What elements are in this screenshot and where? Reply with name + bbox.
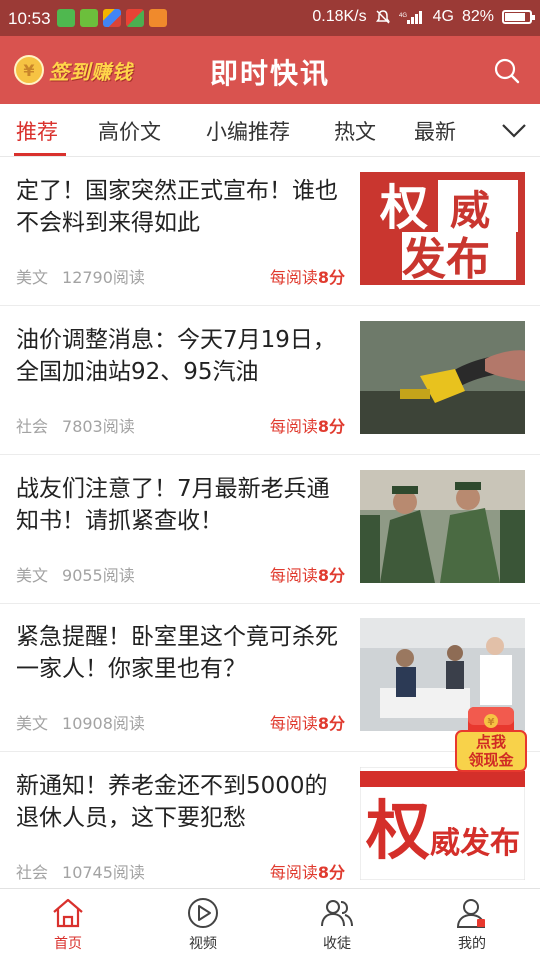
- article-title: 紧急提醒！卧室里这个竟可杀死一家人！你家里也有？: [16, 624, 338, 682]
- promo-line-1: 点我: [476, 733, 506, 751]
- nav-label: 视频: [189, 936, 217, 952]
- reward-value: 8分: [317, 863, 345, 882]
- article-meta: 美文 10908阅读: [16, 710, 145, 734]
- battery-icon: [502, 10, 535, 24]
- nav-home[interactable]: 首页: [28, 897, 108, 953]
- article-meta: 社会 7803阅读: [16, 413, 135, 437]
- article-item[interactable]: 战友们注意了！7月最新老兵通知书！请抓紧查收！ 美文 9055阅读 每阅读8分: [0, 455, 540, 604]
- reward-badge: 每阅读8分: [270, 859, 345, 883]
- article-thumbnail: [360, 321, 525, 434]
- reward-badge: 每阅读8分: [270, 562, 345, 586]
- reward-value: 8分: [317, 268, 345, 287]
- article-title: 新通知！养老金还不到5000的退休人员，这下要犯愁: [16, 773, 328, 831]
- battery-percent: 82%: [461, 8, 494, 25]
- nav-label: 我的: [458, 936, 486, 952]
- reward-value: 8分: [317, 566, 345, 585]
- article-item[interactable]: 油价调整消息：今天7月19日，全国加油站92、95汽油 社会 7803阅读 每阅读…: [0, 306, 540, 455]
- article-thumbnail: [360, 470, 525, 583]
- reward-value: 8分: [317, 417, 345, 436]
- article-reads: 7803阅读: [62, 417, 135, 436]
- nav-video[interactable]: 视频: [163, 897, 243, 953]
- users-icon: [321, 900, 353, 927]
- article-reads: 10745阅读: [62, 863, 145, 882]
- article-meta: 美文 9055阅读: [16, 562, 135, 586]
- tab-editor-picks[interactable]: 小编推荐: [206, 116, 290, 146]
- nav-label: 收徒: [323, 936, 351, 952]
- network-type: 4G: [432, 8, 454, 25]
- thumb-char-3: 发布: [402, 234, 490, 285]
- article-title: 战友们注意了！7月最新老兵通知书！请抓紧查收！: [16, 476, 330, 534]
- article-category: 社会: [16, 863, 49, 882]
- bottom-nav: 首页 视频 收徒 我的: [0, 888, 540, 961]
- reward-prefix: 每阅读: [269, 863, 318, 882]
- reward-prefix: 每阅读: [269, 714, 318, 733]
- photos-icon: [126, 9, 144, 27]
- promo-line-2: 领现金: [467, 751, 514, 769]
- article-category: 美文: [16, 566, 49, 585]
- page-title: 即时快讯: [209, 57, 330, 90]
- article-meta: 美文 12790阅读: [16, 264, 145, 288]
- status-bar: 10:53 0.18K/s 4G 4G 82%: [0, 0, 540, 36]
- signal-icon: 4G: [399, 11, 422, 24]
- thumb-char-1: 权: [365, 795, 430, 869]
- article-category: 美文: [16, 268, 49, 287]
- thumb-char-1: 权: [379, 180, 428, 236]
- cash-reward-promo[interactable]: ¥ 点我 领现金: [452, 705, 530, 775]
- net-speed: 0.18K/s: [312, 8, 367, 25]
- nav-profile[interactable]: 我的: [432, 897, 512, 953]
- app-header: ¥ 签到赚钱 即时快讯: [0, 36, 540, 104]
- reward-badge: 每阅读8分: [270, 413, 345, 437]
- category-tabs: 推荐 高价文 小编推荐 热文 最新: [0, 104, 540, 157]
- article-category: 社会: [16, 417, 49, 436]
- thumb-char-2: 威: [450, 188, 490, 234]
- article-reads: 10908阅读: [62, 714, 145, 733]
- status-time: 10:53: [8, 9, 51, 28]
- reward-badge: 每阅读8分: [270, 710, 345, 734]
- svg-text:¥: ¥: [488, 717, 495, 728]
- app-store-icon: [149, 9, 167, 27]
- app-notification-icon: [80, 9, 98, 27]
- mute-icon: [375, 10, 390, 24]
- article-item[interactable]: 定了！国家突然正式宣布！谁也不会料到来得如此 美文 12790阅读 每阅读8分 权…: [0, 157, 540, 306]
- article-reads: 9055阅读: [62, 566, 135, 585]
- nav-apprentice[interactable]: 收徒: [297, 897, 377, 953]
- reward-badge: 每阅读8分: [270, 264, 345, 288]
- article-title: 定了！国家突然正式宣布！谁也不会料到来得如此: [16, 178, 338, 236]
- reward-value: 8分: [317, 714, 345, 733]
- status-right: 0.18K/s 4G 4G 82%: [312, 8, 535, 26]
- article-thumbnail: 权 威发布: [360, 767, 525, 880]
- tab-latest[interactable]: 最新: [414, 116, 456, 146]
- play-icon: [188, 898, 218, 928]
- nav-label: 首页: [54, 936, 82, 952]
- thumb-char-2: 威发布: [430, 826, 520, 861]
- tab-recommended[interactable]: 推荐: [16, 116, 58, 146]
- tab-high-value[interactable]: 高价文: [98, 116, 161, 146]
- reward-prefix: 每阅读: [269, 268, 318, 287]
- chevron-down-icon[interactable]: [500, 118, 528, 142]
- tab-hot[interactable]: 热文: [334, 116, 376, 146]
- article-reads: 12790阅读: [62, 268, 145, 287]
- reward-prefix: 每阅读: [269, 566, 318, 585]
- article-category: 美文: [16, 714, 49, 733]
- article-title: 油价调整消息：今天7月19日，全国加油站92、95汽油: [16, 327, 336, 385]
- active-tab-indicator: [14, 153, 66, 156]
- gallery-icon: [103, 9, 121, 27]
- search-icon[interactable]: [492, 56, 522, 86]
- home-icon: [53, 898, 83, 928]
- reward-prefix: 每阅读: [269, 417, 318, 436]
- article-thumbnail: 权 威 发布: [360, 172, 525, 285]
- svg-text:4G: 4G: [399, 13, 407, 19]
- wechat-icon: [57, 9, 75, 27]
- user-icon: [456, 899, 486, 928]
- notification-icons: [57, 9, 167, 27]
- article-meta: 社会 10745阅读: [16, 859, 145, 883]
